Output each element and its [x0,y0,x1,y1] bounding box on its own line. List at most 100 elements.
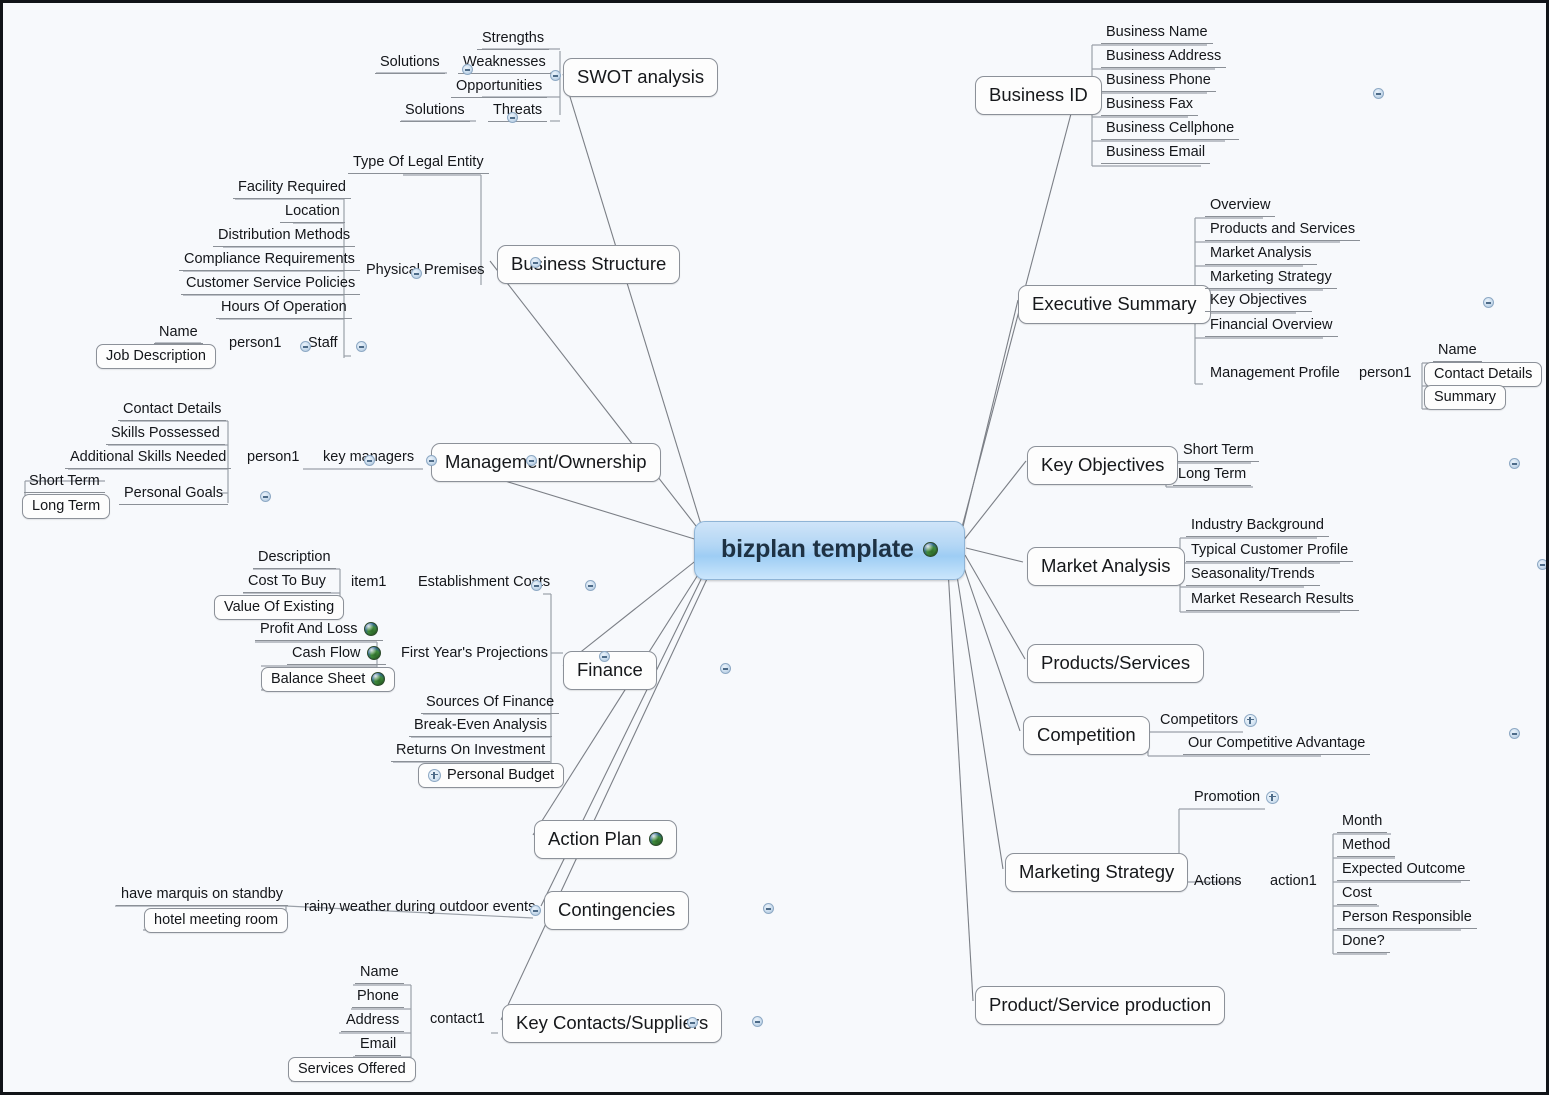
es-marketing-strategy[interactable]: Marketing Strategy [1205,269,1337,289]
expand-toggle-competitors[interactable] [1244,713,1258,727]
collapse-toggle-contingencies[interactable] [762,903,774,914]
branch-executive-summary[interactable]: Executive Summary [1018,285,1211,324]
item-description[interactable]: Description [253,549,336,569]
swot-opportunities[interactable]: Opportunities [451,78,548,98]
premises-hours-of-operation[interactable]: Hours Of Operation [216,299,352,319]
fin-item1[interactable]: item1 [346,574,391,590]
collapse-toggle-personal-goals[interactable] [259,491,271,502]
collapse-toggle-key-contacts[interactable] [751,1016,763,1027]
staff-person1[interactable]: person1 [224,335,286,351]
collapse-toggle-finance[interactable] [719,663,731,674]
es-financial-overview[interactable]: Financial Overview [1205,317,1338,337]
contingency-rainy-weather[interactable]: rainy weather during outdoor events [299,899,540,915]
es-overview[interactable]: Overview [1205,197,1276,217]
ko-short-term[interactable]: Short Term [1178,442,1259,462]
ma-seasonality-trends[interactable]: Seasonality/Trends [1186,566,1320,586]
contact-address[interactable]: Address [341,1012,405,1032]
threats-solutions[interactable]: Solutions [400,102,470,122]
proj-balance-sheet[interactable]: Balance Sheet [261,667,396,692]
bid-business-name[interactable]: Business Name [1101,24,1213,44]
branch-contingencies[interactable]: Contingencies [544,891,690,930]
mgmt-person1[interactable]: person1 [242,449,304,465]
branch-business-structure[interactable]: Business Structure [497,245,681,284]
comp-competitors[interactable]: Competitors [1155,712,1262,728]
item-cost-to-buy[interactable]: Cost To Buy [243,573,331,593]
branch-product-service-production[interactable]: Product/Service production [975,986,1226,1025]
bid-business-cellphone[interactable]: Business Cellphone [1101,120,1240,140]
collapse-toggle-competition[interactable] [1509,728,1521,739]
branch-key-objectives[interactable]: Key Objectives [1027,446,1179,485]
goals-short-term[interactable]: Short Term [24,473,105,493]
ms-promotion[interactable]: Promotion [1189,789,1284,805]
premises-location[interactable]: Location [280,203,345,223]
collapse-toggle-staff[interactable] [356,341,368,352]
branch-business-id[interactable]: Business ID [975,76,1102,115]
es-management-profile[interactable]: Management Profile [1205,365,1345,381]
mgmt-personal-goals[interactable]: Personal Goals [119,485,229,505]
swot-strengths[interactable]: Strengths [477,30,550,50]
contact-phone[interactable]: Phone [352,988,404,1008]
weaknesses-solutions[interactable]: Solutions [375,54,445,74]
central-node[interactable]: bizplan template [694,521,965,580]
bid-business-fax[interactable]: Business Fax [1101,96,1199,116]
action-done[interactable]: Done? [1337,933,1390,953]
action-cost[interactable]: Cost [1337,885,1377,905]
collapse-toggle-business-id[interactable] [1372,88,1384,99]
ma-typical-customer-profile[interactable]: Typical Customer Profile [1186,542,1354,562]
premises-distribution-methods[interactable]: Distribution Methods [213,227,356,247]
collapse-toggle-establishment-costs[interactable] [585,580,597,591]
premises-facility-required[interactable]: Facility Required [233,179,351,199]
es-products-and-services[interactable]: Products and Services [1205,221,1361,241]
branch-management-ownership[interactable]: Management/Ownership [431,443,661,482]
mgmt-skills-possessed[interactable]: Skills Possessed [106,425,225,445]
mgmt-additional-skills-needed[interactable]: Additional Skills Needed [65,449,232,469]
es-key-objectives[interactable]: Key Objectives [1205,292,1312,312]
collapse-toggle-threats[interactable] [506,112,518,123]
es-market-analysis[interactable]: Market Analysis [1205,245,1317,265]
premises-compliance-requirements[interactable]: Compliance Requirements [179,251,360,271]
profile-contact-details[interactable]: Contact Details [1424,362,1543,387]
fin-sources-of-finance[interactable]: Sources Of Finance [421,694,560,714]
es-profile-person1[interactable]: person1 [1354,365,1416,381]
staff-person-job-description[interactable]: Job Description [96,344,216,369]
collapse-toggle-swot[interactable] [550,70,561,81]
goals-long-term[interactable]: Long Term [22,494,111,519]
mgmt-contact-details[interactable]: Contact Details [118,401,227,421]
comp-our-competitive-advantage[interactable]: Our Competitive Advantage [1183,735,1371,755]
action-method[interactable]: Method [1337,837,1396,857]
ms-action1[interactable]: action1 [1265,873,1322,889]
proj-profit-and-loss[interactable]: Profit And Loss [255,621,383,641]
fin-personal-budget[interactable]: Personal Budget [418,763,565,788]
branch-competition[interactable]: Competition [1023,716,1150,755]
collapse-toggle-mgmt-person1[interactable] [364,455,376,466]
profile-name[interactable]: Name [1433,342,1482,362]
branch-action-plan[interactable]: Action Plan [534,820,677,859]
collapse-toggle-item1[interactable] [530,580,542,591]
branch-swot-analysis[interactable]: SWOT analysis [563,58,719,97]
contact-name[interactable]: Name [355,964,404,984]
collapse-toggle-key-objectives[interactable] [1509,458,1521,469]
bid-business-address[interactable]: Business Address [1101,48,1227,68]
action-person-responsible[interactable]: Person Responsible [1337,909,1477,929]
contact-services-offered[interactable]: Services Offered [288,1057,416,1082]
expand-toggle-promotion[interactable] [1266,790,1280,804]
profile-summary[interactable]: Summary [1424,385,1507,410]
contingency-marquis[interactable]: have marquis on standby [116,886,289,906]
fin-break-even-analysis[interactable]: Break-Even Analysis [409,717,552,737]
staff-person-name[interactable]: Name [154,324,203,344]
bid-business-phone[interactable]: Business Phone [1101,72,1216,92]
branch-market-analysis[interactable]: Market Analysis [1027,547,1185,586]
fin-returns-on-investment[interactable]: Returns On Investment [391,742,551,762]
contact-email[interactable]: Email [355,1036,402,1056]
kc-contact1[interactable]: contact1 [425,1011,490,1027]
bid-business-email[interactable]: Business Email [1101,144,1211,164]
fin-first-years-projections[interactable]: First Year's Projections [396,645,553,661]
action-month[interactable]: Month [1337,813,1388,833]
ko-long-term[interactable]: Long Term [1173,466,1252,486]
ma-market-research-results[interactable]: Market Research Results [1186,591,1359,611]
contingency-hotel-meeting-room[interactable]: hotel meeting room [144,908,289,933]
collapse-toggle-key-managers[interactable] [425,455,437,466]
ms-actions[interactable]: Actions [1189,873,1247,889]
premises-customer-service-policies[interactable]: Customer Service Policies [181,275,361,295]
collapse-toggle-staff-person1[interactable] [299,341,311,352]
